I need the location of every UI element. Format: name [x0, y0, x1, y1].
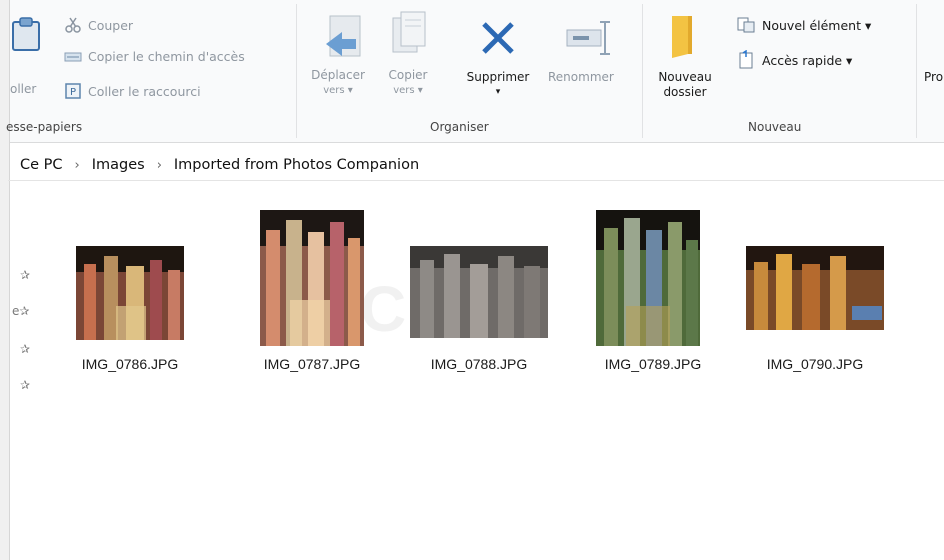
- rename-button[interactable]: Renommer: [548, 70, 614, 84]
- image-thumbnail-icon: [596, 210, 700, 346]
- cut-label: Couper: [88, 17, 134, 33]
- copy-path-button[interactable]: Copier le chemin d'accès: [64, 49, 245, 64]
- delete-x-icon[interactable]: [478, 18, 518, 58]
- svg-text:P: P: [70, 87, 76, 98]
- new-folder-label-line2: dossier: [663, 85, 707, 99]
- group-separator: [642, 4, 643, 138]
- clipboard-group-label: esse-papiers: [6, 120, 83, 134]
- paste-shortcut-label: Coller le raccourci: [88, 83, 201, 99]
- file-item[interactable]: IMG_0790.JPG: [742, 242, 888, 382]
- delete-dropdown-arrow[interactable]: ▾: [452, 85, 544, 100]
- file-list: IMG_0786.JPG IMG_0787.JPG IMG_0788.JPG I…: [40, 182, 944, 560]
- pin-icon[interactable]: ✰: [20, 342, 30, 356]
- folder-icon[interactable]: [668, 14, 704, 60]
- move-to-label-line2: vers ▾: [323, 85, 353, 96]
- quick-access-label: Accès rapide ▾: [762, 52, 853, 68]
- new-folder-label-line1: Nouveau: [658, 70, 712, 84]
- paste-icon[interactable]: [10, 16, 44, 52]
- image-thumbnail-icon: [410, 246, 548, 338]
- delete-button[interactable]: Supprimer ▾: [452, 70, 544, 100]
- scissors-icon: [65, 17, 81, 33]
- file-name[interactable]: IMG_0786.JPG: [70, 356, 190, 372]
- breadcrumb-images[interactable]: Images: [90, 157, 147, 173]
- paste-shortcut-button[interactable]: P Coller le raccourci: [64, 82, 201, 100]
- chevron-right-icon[interactable]: ›: [157, 158, 162, 173]
- quick-access-icon: [739, 50, 753, 69]
- paste-shortcut-icon: P: [65, 83, 81, 99]
- copy-to-icon[interactable]: [389, 10, 429, 60]
- file-item[interactable]: IMG_0789.JPG: [588, 208, 718, 388]
- file-item[interactable]: IMG_0788.JPG: [406, 242, 548, 382]
- pin-icon[interactable]: ✰: [20, 268, 30, 282]
- delete-label: Supprimer: [466, 70, 530, 84]
- new-item-button[interactable]: Nouvel élément ▾: [736, 16, 871, 34]
- breadcrumb[interactable]: Ce PC › Images › Imported from Photos Co…: [8, 150, 944, 181]
- file-name[interactable]: IMG_0789.JPG: [588, 356, 718, 372]
- new-item-icon: [737, 17, 755, 33]
- move-to-button[interactable]: Déplacer vers ▾: [303, 68, 373, 98]
- group-separator: [296, 4, 297, 138]
- file-item[interactable]: IMG_0786.JPG: [70, 242, 190, 382]
- move-to-icon[interactable]: [322, 14, 366, 62]
- copy-to-button[interactable]: Copier vers ▾: [378, 68, 438, 98]
- file-name[interactable]: IMG_0790.JPG: [742, 356, 888, 372]
- rename-icon[interactable]: [565, 18, 615, 58]
- copy-to-label-line1: Copier: [388, 68, 428, 82]
- quick-access-button[interactable]: Accès rapide ▾: [736, 50, 852, 70]
- file-name[interactable]: IMG_0788.JPG: [406, 356, 552, 372]
- image-thumbnail-icon: [746, 246, 884, 330]
- move-to-label-line1: Déplacer: [311, 68, 365, 82]
- copy-to-label-line2: vers ▾: [393, 85, 423, 96]
- pin-icon[interactable]: ✰: [20, 378, 30, 392]
- cut-button[interactable]: Couper: [64, 16, 133, 34]
- breadcrumb-imported-folder[interactable]: Imported from Photos Companion: [172, 157, 421, 173]
- pin-icon[interactable]: e✰: [12, 304, 29, 318]
- breadcrumb-this-pc[interactable]: Ce PC: [18, 157, 65, 173]
- paste-button-label[interactable]: oller: [10, 82, 36, 96]
- chevron-right-icon[interactable]: ›: [75, 158, 80, 173]
- properties-button[interactable]: Pro: [924, 70, 943, 84]
- new-folder-button[interactable]: Nouveau dossier: [650, 70, 720, 100]
- new-item-label: Nouvel élément ▾: [762, 17, 872, 33]
- ribbon: oller Couper Copier le chemin d'accès P …: [0, 0, 944, 560]
- copy-path-label: Copier le chemin d'accès: [88, 49, 245, 64]
- copy-path-icon: [64, 52, 82, 61]
- file-name[interactable]: IMG_0787.JPG: [252, 356, 372, 372]
- organize-group-label: Organiser: [430, 120, 489, 134]
- new-group-label: Nouveau: [748, 120, 802, 134]
- group-separator: [916, 4, 917, 138]
- image-thumbnail-icon: [76, 246, 184, 340]
- file-item[interactable]: IMG_0787.JPG: [252, 208, 372, 388]
- navigation-pane: ✰ e✰ ✰ ✰: [0, 182, 40, 560]
- image-thumbnail-icon: [260, 210, 364, 346]
